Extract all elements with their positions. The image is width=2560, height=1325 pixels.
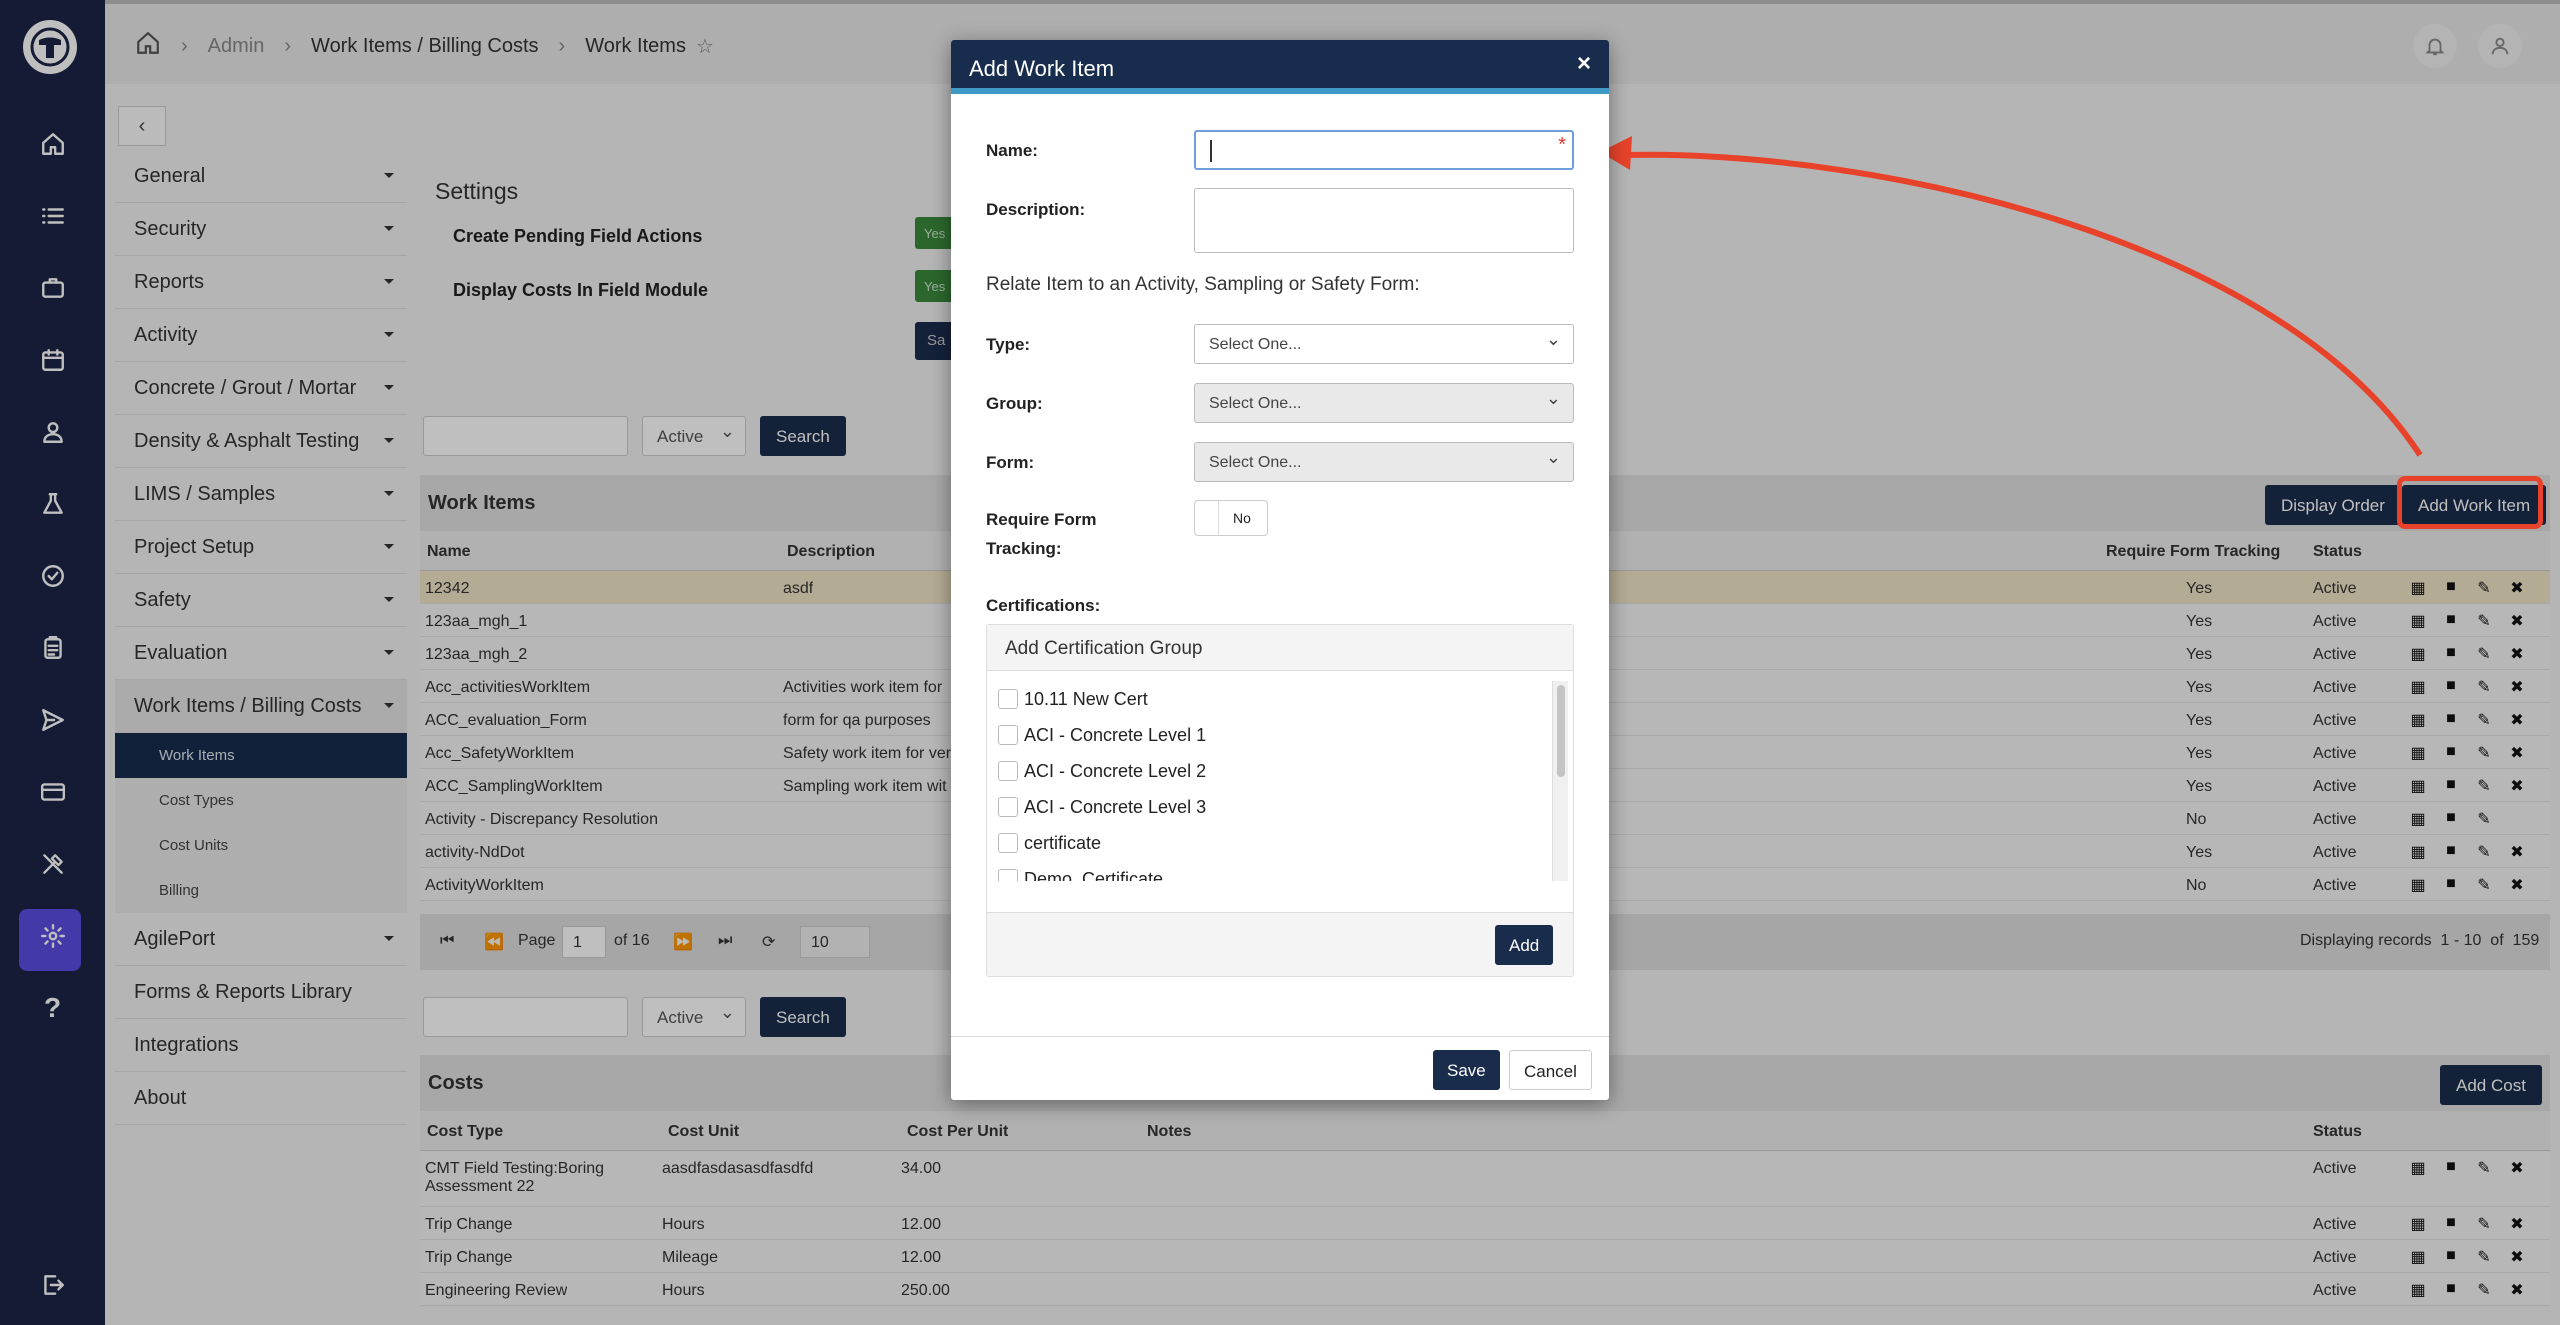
- add-cert-button[interactable]: Add: [1495, 925, 1554, 965]
- required-marker: *: [1558, 134, 1566, 156]
- cert-scrollbar[interactable]: [1552, 681, 1568, 881]
- require-label-line: Require Form: [986, 510, 1097, 529]
- modal-footer: Save Cancel: [951, 1036, 1609, 1100]
- text-cursor: [1210, 140, 1212, 162]
- require-tracking-toggle[interactable]: No: [1194, 500, 1268, 536]
- cert-item[interactable]: ACI - Concrete Level 3: [987, 789, 1547, 825]
- name-label: Name:: [986, 141, 1038, 160]
- form-select[interactable]: Select One...: [1194, 442, 1574, 482]
- checkbox[interactable]: [998, 689, 1018, 709]
- toggle-value: No: [1233, 510, 1251, 526]
- type-select[interactable]: Select One...: [1194, 324, 1574, 364]
- highlight-add-work-item: [2397, 476, 2543, 529]
- cert-label: Demo_Certificate: [1024, 868, 1164, 882]
- cert-label: ACI - Concrete Level 1: [1024, 724, 1207, 745]
- cancel-button[interactable]: Cancel: [1509, 1050, 1592, 1090]
- cert-label: 10.11 New Cert: [1024, 688, 1148, 709]
- group-label: Group:: [986, 394, 1043, 413]
- add-work-item-modal: Add Work Item × Name: * Description: Rel…: [951, 40, 1609, 1100]
- modal-title: Add Work Item: [969, 56, 1115, 81]
- cert-item[interactable]: 10.11 New Cert: [987, 681, 1547, 717]
- description-textarea[interactable]: [1194, 188, 1574, 253]
- cert-item[interactable]: Demo_Certificate: [987, 861, 1547, 881]
- checkbox[interactable]: [998, 833, 1018, 853]
- checkbox[interactable]: [998, 761, 1018, 781]
- cert-list: 10.11 New Cert ACI - Concrete Level 1 ACI …: [987, 681, 1547, 881]
- cert-footer: Add: [987, 912, 1573, 976]
- cert-item[interactable]: certificate: [987, 825, 1547, 861]
- toggle-knob: [1195, 501, 1219, 535]
- group-select[interactable]: Select One...: [1194, 383, 1574, 423]
- certification-group: Add Certification Group 10.11 New Cert AC…: [986, 624, 1574, 977]
- scroll-thumb[interactable]: [1557, 685, 1565, 777]
- description-label: Description:: [986, 200, 1086, 219]
- cert-item[interactable]: ACI - Concrete Level 1: [987, 717, 1547, 753]
- require-label-line: Tracking:: [986, 539, 1062, 558]
- save-button[interactable]: Save: [1433, 1050, 1500, 1090]
- relate-text: Relate Item to an Activity, Sampling or …: [986, 274, 1420, 295]
- form-label: Form:: [986, 453, 1035, 472]
- cert-label: certificate: [1024, 832, 1102, 853]
- checkbox[interactable]: [998, 869, 1018, 881]
- cert-label: ACI - Concrete Level 2: [1024, 760, 1207, 781]
- cert-label: ACI - Concrete Level 3: [1024, 796, 1207, 817]
- modal-header: Add Work Item ×: [951, 40, 1609, 94]
- cert-group-title: Add Certification Group: [987, 625, 1573, 671]
- type-label: Type:: [986, 335, 1031, 354]
- checkbox[interactable]: [998, 797, 1018, 817]
- require-tracking-label: Require Form Tracking:: [986, 510, 1097, 559]
- certifications-label: Certifications:: [986, 596, 1101, 615]
- checkbox[interactable]: [998, 725, 1018, 745]
- close-icon[interactable]: ×: [1577, 50, 1591, 78]
- cert-item[interactable]: ACI - Concrete Level 2: [987, 753, 1547, 789]
- name-input[interactable]: *: [1194, 130, 1574, 170]
